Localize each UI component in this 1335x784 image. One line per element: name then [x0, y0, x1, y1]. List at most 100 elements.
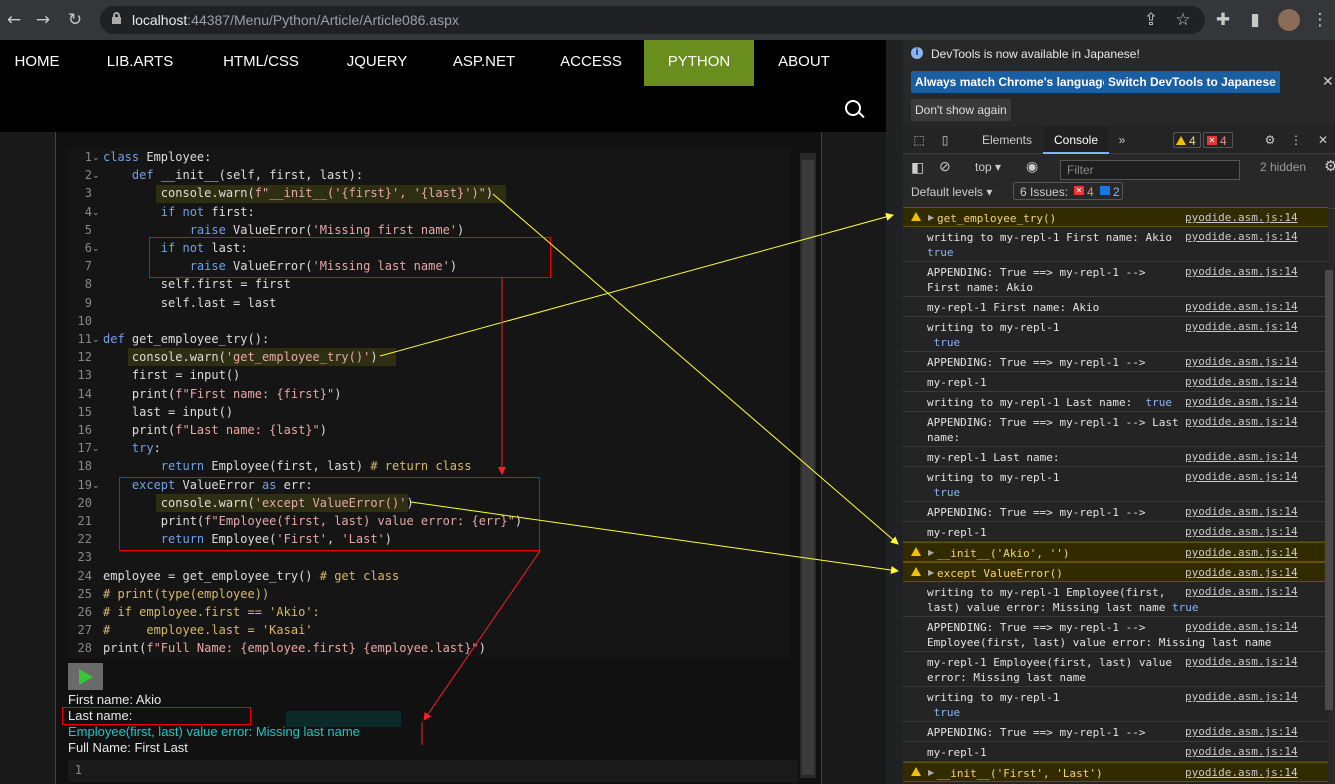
context-selector[interactable]: top ▾ [975, 160, 1001, 174]
source-link[interactable]: pyodide.asm.js:14 [1185, 525, 1298, 538]
run-button[interactable] [68, 663, 103, 690]
source-link[interactable]: pyodide.asm.js:14 [1185, 415, 1298, 428]
nav-about[interactable]: ABOUT [764, 40, 844, 86]
dont-show-again-button[interactable]: Don't show again [911, 99, 1011, 121]
warnings-badge[interactable]: 4 [1173, 132, 1201, 148]
console-log-message[interactable]: APPENDING: True ==> my-repl-1 --> pyodide… [903, 502, 1328, 522]
fold-chevron-icon[interactable]: ⌄ [92, 208, 100, 218]
source-link[interactable]: pyodide.asm.js:14 [1185, 655, 1298, 668]
url-text[interactable]: localhost:44387/Menu/Python/Article/Arti… [132, 12, 459, 28]
filter-input[interactable]: Filter [1060, 160, 1240, 180]
fold-chevron-icon[interactable]: ⌄ [92, 481, 100, 491]
fold-chevron-icon[interactable]: ⌄ [92, 444, 100, 454]
address-bar[interactable]: localhost:44387/Menu/Python/Article/Arti… [100, 6, 1205, 34]
expand-triangle-icon[interactable]: ▶ [928, 213, 934, 222]
sidebar-toggle-icon[interactable]: ◧ [911, 159, 924, 176]
default-levels-dropdown[interactable]: Default levels ▾ [911, 185, 992, 199]
console-warning-message[interactable]: ▶ except ValueError() pyodide.asm.js:14 [903, 562, 1328, 582]
console-warning-message[interactable]: ▶ get_employee_try() pyodide.asm.js:14 [903, 207, 1328, 227]
close-devtools-icon[interactable]: ✕ [1315, 126, 1331, 154]
console-log-message[interactable]: my-repl-1 Employee(first, last) value er… [903, 652, 1328, 687]
source-link[interactable]: pyodide.asm.js:14 [1185, 265, 1298, 278]
clear-console-icon[interactable]: ⊘ [939, 158, 951, 175]
live-expression-eye-icon[interactable]: ◉ [1026, 158, 1038, 175]
console-log-message[interactable]: my-repl-1 Last name: pyodide.asm.js:14 [903, 447, 1328, 467]
source-link[interactable]: pyodide.asm.js:14 [1185, 505, 1298, 518]
forward-icon[interactable]: → [33, 10, 53, 30]
console-log-message[interactable]: my-repl-1 pyodide.asm.js:14 [903, 372, 1328, 392]
expand-triangle-icon[interactable]: ▶ [928, 768, 934, 777]
console-log-message[interactable]: APPENDING: True ==> my-repl-1 --> pyodide… [903, 352, 1328, 372]
console-warning-message[interactable]: ▶ __init__('Akio', '') pyodide.asm.js:14 [903, 542, 1328, 562]
fold-chevron-icon[interactable]: ⌄ [92, 153, 100, 163]
console-log-message[interactable]: APPENDING: True ==> my-repl-1 --> pyodide… [903, 722, 1328, 742]
source-link[interactable]: pyodide.asm.js:14 [1185, 375, 1298, 388]
nav-python[interactable]: PYTHON [644, 40, 754, 86]
source-link[interactable]: pyodide.asm.js:14 [1185, 725, 1298, 738]
nav-html-css[interactable]: HTML/CSS [206, 40, 316, 86]
console-log-message[interactable]: writing to my-repl-1 Last name: true pyod… [903, 392, 1328, 412]
errors-badge[interactable]: ✕ 4 [1203, 132, 1233, 148]
issues-button[interactable]: 6 Issues: ✕ 4 2 [1013, 182, 1123, 200]
back-icon[interactable]: ← [4, 10, 24, 30]
console-log-message[interactable]: writing to my-repl-1 true pyodide.asm.js:… [903, 317, 1328, 352]
reload-icon[interactable]: ↻ [65, 10, 85, 30]
source-link[interactable]: pyodide.asm.js:14 [1185, 546, 1298, 559]
extensions-icon[interactable]: ✚ [1213, 10, 1233, 30]
nav-jquery[interactable]: JQUERY [334, 40, 420, 86]
source-link[interactable]: pyodide.asm.js:14 [1185, 470, 1298, 483]
source-link[interactable]: pyodide.asm.js:14 [1185, 745, 1298, 758]
console-log-message[interactable]: writing to my-repl-1 Employee(first, las… [903, 582, 1328, 617]
nav-lib-arts[interactable]: LIB.ARTS [92, 40, 188, 86]
lock-icon[interactable] [112, 12, 121, 24]
nav-access[interactable]: ACCESS [548, 40, 634, 86]
console-log-message[interactable]: my-repl-1 pyodide.asm.js:14 [903, 522, 1328, 542]
console-log-message[interactable]: writing to my-repl-1 true pyodide.asm.js:… [903, 687, 1328, 722]
console-scrollbar[interactable] [1325, 270, 1333, 710]
repl-input[interactable]: 1 [68, 760, 798, 782]
more-tabs-icon[interactable]: » [1113, 126, 1131, 154]
console-log-message[interactable]: writing to my-repl-1 true pyodide.asm.js:… [903, 467, 1328, 502]
console-log-message[interactable]: writing to my-repl-1 First name: Akio tr… [903, 227, 1328, 262]
settings-gear-icon[interactable]: ⚙ [1261, 126, 1279, 154]
source-link[interactable]: pyodide.asm.js:14 [1185, 355, 1298, 368]
switch-language-button[interactable]: Switch DevTools to Japanese [1104, 71, 1280, 93]
source-link[interactable]: pyodide.asm.js:14 [1185, 395, 1298, 408]
console-settings-gear-icon[interactable]: ⚙ [1324, 157, 1335, 175]
menu-kebab-icon[interactable]: ⋮ [1310, 10, 1330, 30]
code-editor[interactable]: 1 ⌄ class Employee: 2 ⌄ def __init__(self, f… [68, 148, 790, 658]
devtools-menu-icon[interactable]: ⋮ [1289, 126, 1303, 154]
source-link[interactable]: pyodide.asm.js:14 [1185, 766, 1298, 779]
avatar[interactable] [1278, 9, 1300, 31]
source-link[interactable]: pyodide.asm.js:14 [1185, 300, 1298, 313]
source-link[interactable]: pyodide.asm.js:14 [1185, 620, 1298, 633]
match-language-button[interactable]: Always match Chrome's language [911, 71, 1114, 93]
tab-elements[interactable]: Elements [971, 126, 1043, 154]
share-icon[interactable]: ⇪ [1141, 10, 1161, 30]
tab-console[interactable]: Console [1043, 126, 1109, 154]
console-log-message[interactable]: APPENDING: True ==> my-repl-1 --> Employ… [903, 617, 1328, 652]
fold-chevron-icon[interactable]: ⌄ [92, 171, 100, 181]
console-warning-message[interactable]: ▶ __init__('First', 'Last') pyodide.asm.js… [903, 762, 1328, 782]
console-log-message[interactable]: my-repl-1 pyodide.asm.js:14 [903, 742, 1328, 762]
nav-home[interactable]: HOME [0, 40, 74, 86]
bookmark-star-icon[interactable]: ☆ [1173, 10, 1193, 30]
console-log-message[interactable]: my-repl-1 First name: Akio pyodide.asm.js… [903, 297, 1328, 317]
fold-chevron-icon[interactable]: ⌄ [92, 244, 100, 254]
expand-triangle-icon[interactable]: ▶ [928, 568, 934, 577]
close-infobar-icon[interactable]: ✕ [1322, 73, 1334, 90]
source-link[interactable]: pyodide.asm.js:14 [1185, 211, 1298, 224]
search-icon[interactable] [845, 100, 861, 116]
inspect-icon[interactable]: ⬚ [909, 126, 929, 154]
source-link[interactable]: pyodide.asm.js:14 [1185, 450, 1298, 463]
device-toolbar-icon[interactable]: ▯ [935, 126, 955, 154]
source-link[interactable]: pyodide.asm.js:14 [1185, 566, 1298, 579]
fold-chevron-icon[interactable]: ⌄ [92, 335, 100, 345]
console-log-message[interactable]: APPENDING: True ==> my-repl-1 --> First … [903, 262, 1328, 297]
nav-aspnet[interactable]: ASP.NET [438, 40, 530, 86]
source-link[interactable]: pyodide.asm.js:14 [1185, 320, 1298, 333]
source-link[interactable]: pyodide.asm.js:14 [1185, 230, 1298, 243]
editor-scrollbar[interactable] [802, 160, 814, 775]
expand-triangle-icon[interactable]: ▶ [928, 548, 934, 557]
source-link[interactable]: pyodide.asm.js:14 [1185, 585, 1298, 598]
